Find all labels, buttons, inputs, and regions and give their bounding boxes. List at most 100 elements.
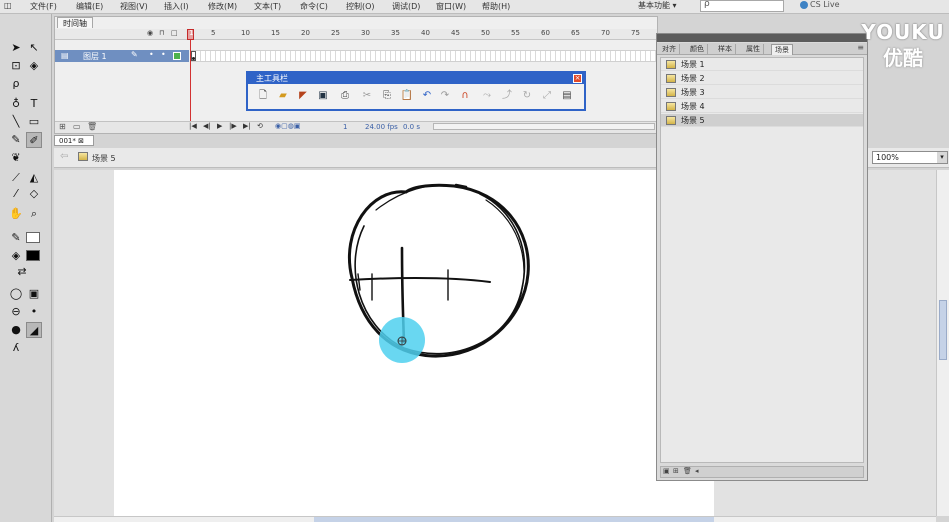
new-folder-icon[interactable]: ▭ <box>73 122 81 131</box>
document-tab[interactable]: 001* ⊠ <box>54 135 94 146</box>
step-back-icon[interactable]: ◀| <box>203 122 211 130</box>
timeline-hscroll[interactable] <box>433 123 655 130</box>
list-item[interactable]: 场景 2 <box>661 72 863 85</box>
eraser-tool-icon[interactable]: ◇ <box>26 186 42 202</box>
onion-skin-icons[interactable]: ◉▢◍▣ <box>275 122 300 130</box>
lock-fill-icon[interactable]: ▣ <box>26 286 42 302</box>
menu-control[interactable]: 控制(O) <box>346 1 375 12</box>
playhead[interactable]: 1 <box>187 29 194 40</box>
list-item[interactable]: 场景 5 <box>661 114 863 127</box>
stroke-color-swatch[interactable] <box>26 232 40 243</box>
stage-hscroll[interactable] <box>54 516 936 522</box>
keyframe[interactable] <box>191 51 196 61</box>
close-icon[interactable]: × <box>573 74 582 83</box>
tab-properties[interactable]: 属性 <box>743 44 764 55</box>
delete-scene-icon[interactable]: 🗑 <box>683 467 692 475</box>
scroll-left-icon[interactable]: ◂ <box>695 467 699 475</box>
panel-grip[interactable] <box>657 34 867 42</box>
3d-rotation-tool-icon[interactable]: ◈ <box>26 58 42 74</box>
hscroll-thumb[interactable] <box>314 517 714 522</box>
tab-color[interactable]: 颜色 <box>687 44 708 55</box>
list-item[interactable]: 场景 3 <box>661 86 863 99</box>
subselection-tool-icon[interactable]: ↖ <box>26 40 42 56</box>
rectangle-tool-icon[interactable]: ▭ <box>26 114 42 130</box>
layer-color-box[interactable] <box>173 52 181 60</box>
go-last-frame-icon[interactable]: ▶| <box>243 122 251 130</box>
menu-text[interactable]: 文本(T) <box>254 1 281 12</box>
hand-tool-icon[interactable]: ✋ <box>8 206 24 222</box>
stage-vscroll[interactable] <box>936 170 949 516</box>
list-item[interactable]: 场景 4 <box>661 100 863 113</box>
menu-window[interactable]: 窗口(W) <box>436 1 466 12</box>
snap-icon[interactable]: ∩ <box>458 89 472 103</box>
brush-mode-icon[interactable]: ⊖ <box>8 304 24 320</box>
paint-bucket-tool-icon[interactable]: ◭ <box>26 170 42 186</box>
print-icon[interactable]: ⎙ <box>338 89 352 103</box>
new-icon[interactable]: 🗋 <box>256 89 270 103</box>
workspace-switcher[interactable]: 基本功能 ▾ <box>630 0 688 12</box>
open-icon[interactable]: ▰ <box>276 89 290 103</box>
bone-tool-icon[interactable]: ⟋ <box>8 170 24 186</box>
text-tool-icon[interactable]: T <box>26 96 42 112</box>
add-scene-icon[interactable]: ⊞ <box>673 467 679 475</box>
zoom-tool-icon[interactable]: ⌕ <box>26 206 42 222</box>
list-item[interactable]: 场景 1 <box>661 58 863 71</box>
fps-readout[interactable]: 24.00 fps <box>365 123 398 131</box>
menu-insert[interactable]: 插入(I) <box>164 1 189 12</box>
menu-file[interactable]: 文件(F) <box>30 1 57 12</box>
zoom-select[interactable]: 100% ▾ <box>872 151 948 164</box>
menu-modify[interactable]: 修改(M) <box>208 1 237 12</box>
smooth-icon[interactable]: ⤳ <box>480 89 494 103</box>
rotate-icon[interactable]: ↻ <box>520 89 534 103</box>
duplicate-scene-icon[interactable]: ▣ <box>663 467 670 475</box>
vscroll-thumb[interactable] <box>939 300 947 360</box>
play-icon[interactable]: ▶ <box>217 122 222 130</box>
swap-colors-icon[interactable]: ⇄ <box>14 264 30 280</box>
fill-color-icon[interactable]: ◈ <box>8 248 24 264</box>
step-forward-icon[interactable]: |▶ <box>229 122 237 130</box>
delete-layer-icon[interactable]: 🗑 <box>87 122 97 131</box>
main-toolbar-title[interactable]: 主工具栏 <box>248 73 584 84</box>
layer-row[interactable]: ▤ 图层 1 ✎ • • <box>55 50 189 62</box>
menu-help[interactable]: 帮助(H) <box>482 1 510 12</box>
line-tool-icon[interactable]: ╲ <box>8 114 24 130</box>
eye-icon[interactable]: ◉ <box>147 29 153 37</box>
help-search-input[interactable]: ρ <box>700 0 784 12</box>
timeline-tab[interactable]: 时间轴 <box>57 17 93 28</box>
visibility-dot[interactable]: • <box>149 50 154 59</box>
stroke-color-icon[interactable]: ✎ <box>8 230 24 246</box>
deco-tool-icon[interactable]: ❦ <box>8 150 24 166</box>
free-transform-tool-icon[interactable]: ⊡ <box>8 58 24 74</box>
frame-cells[interactable] <box>191 50 657 62</box>
straighten-icon[interactable]: ⤴ <box>500 89 514 103</box>
lock-dot[interactable]: • <box>161 50 166 59</box>
copy-icon[interactable]: ⎘ <box>380 89 394 103</box>
menu-commands[interactable]: 命令(C) <box>300 1 328 12</box>
lock-icon[interactable]: ⊓ <box>159 29 164 37</box>
save-icon[interactable]: ▣ <box>316 89 330 103</box>
cut-icon[interactable]: ✂ <box>360 89 374 103</box>
outline-icon[interactable]: □ <box>171 29 178 37</box>
scale-icon[interactable]: ⤢ <box>540 89 554 103</box>
back-arrow-icon[interactable]: ⇦ <box>60 151 68 162</box>
new-layer-icon[interactable]: ⊞ <box>59 122 66 131</box>
fill-color-swatch[interactable] <box>26 250 40 261</box>
redo-icon[interactable]: ↷ <box>438 89 452 103</box>
cs-live-button[interactable]: CS Live <box>800 0 850 12</box>
tab-align[interactable]: 对齐 <box>659 44 680 55</box>
brush-size-icon[interactable]: • <box>26 304 42 320</box>
menu-debug[interactable]: 调试(D) <box>392 1 420 12</box>
paste-icon[interactable]: 📋 <box>400 89 414 103</box>
selection-tool-icon[interactable]: ➤ <box>8 40 24 56</box>
go-first-frame-icon[interactable]: |◀ <box>189 122 197 130</box>
pencil-tool-icon[interactable]: ✎ <box>8 132 24 148</box>
undo-icon[interactable]: ↶ <box>420 89 434 103</box>
align-icon[interactable]: ▤ <box>560 89 574 103</box>
eyedropper-tool-icon[interactable]: ⁄ <box>8 186 24 202</box>
pressure-icon[interactable]: ◢ <box>26 322 42 338</box>
frame-ruler[interactable]: ◉ ⊓ □ 5 10 15 20 25 30 35 40 45 50 55 60… <box>55 29 657 40</box>
tab-scene[interactable]: 场景 <box>771 44 793 55</box>
lasso-tool-icon[interactable]: ρ <box>8 76 24 92</box>
loop-icon[interactable]: ⟲ <box>257 122 263 130</box>
object-drawing-icon[interactable]: ◯ <box>8 286 24 302</box>
